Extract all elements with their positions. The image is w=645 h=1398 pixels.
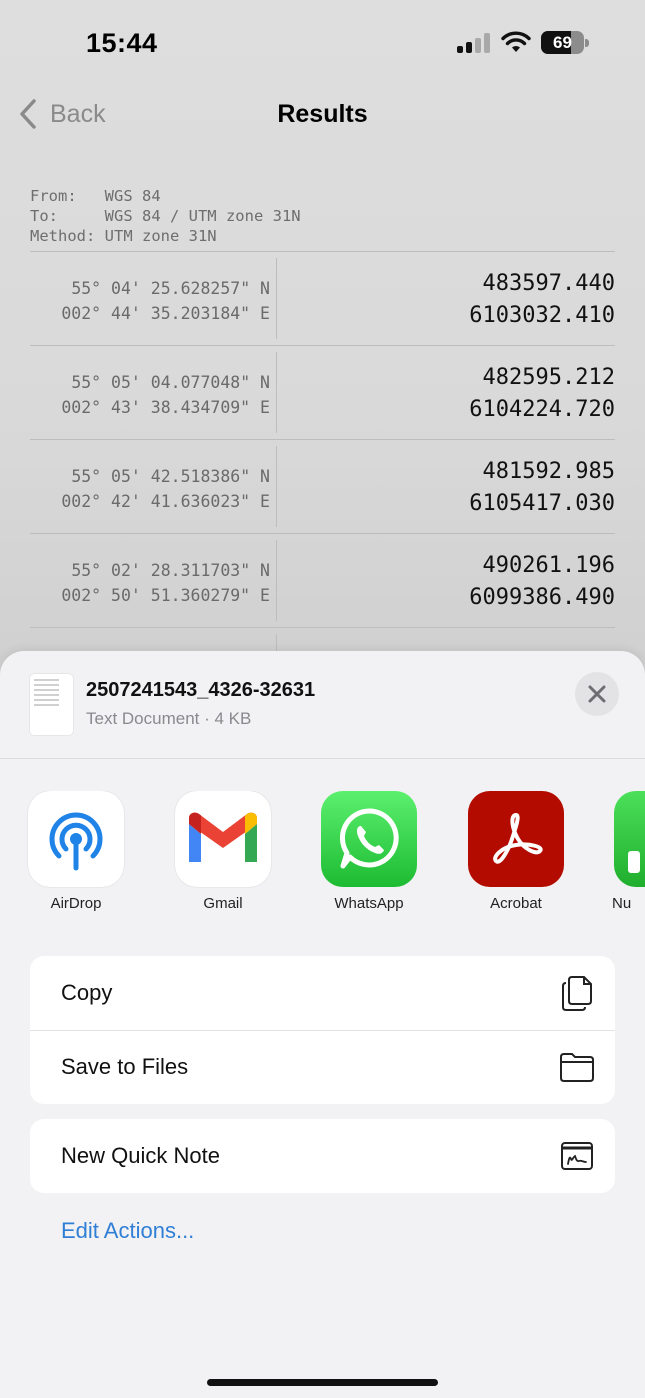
- result-row[interactable]: 55° 04' 25.628257" N 002° 44' 35.203184" …: [30, 251, 615, 345]
- meta-method: Method: UTM zone 31N: [30, 227, 217, 245]
- copy-icon: [562, 976, 592, 1011]
- airdrop-icon: [49, 812, 103, 871]
- share-app-acrobat[interactable]: Acrobat: [461, 791, 571, 912]
- result-latitude: 55° 04' 25.628257" N: [71, 279, 270, 298]
- new-quick-note-action[interactable]: New Quick Note: [30, 1119, 615, 1193]
- result-northing: 6104224.720: [469, 397, 615, 422]
- result-easting: 483597.440: [482, 271, 615, 296]
- action-label: Save to Files: [61, 1054, 189, 1079]
- share-app-label: AirDrop: [50, 895, 102, 912]
- share-app-airdrop[interactable]: AirDrop: [21, 791, 131, 912]
- result-latitude: 55° 05' 42.518386" N: [71, 467, 270, 486]
- cellular-signal-icon: [457, 33, 491, 53]
- share-app-numbers[interactable]: Nu: [607, 791, 645, 912]
- numbers-icon: [614, 791, 645, 887]
- result-latitude: 55° 02' 28.311703" N: [71, 561, 270, 580]
- action-label: New Quick Note: [61, 1143, 220, 1168]
- gmail-icon: [189, 812, 257, 862]
- result-latitude: 55° 05' 04.077048" N: [71, 373, 270, 392]
- home-indicator[interactable]: [207, 1379, 438, 1386]
- result-longitude: 002° 42' 41.636023" E: [61, 492, 270, 511]
- file-name: 2507241543_4326-32631: [86, 679, 316, 701]
- result-easting: 482595.212: [482, 365, 615, 390]
- navigation-bar: Back Results: [0, 88, 645, 140]
- meta-from: From: WGS 84: [30, 187, 161, 205]
- status-time: 15:44: [86, 28, 158, 58]
- result-easting: 481592.985: [482, 459, 615, 484]
- result-row[interactable]: 55° 05' 04.077048" N 002° 43' 38.434709" …: [30, 345, 615, 439]
- save-to-files-action[interactable]: Save to Files: [30, 1030, 615, 1104]
- result-longitude: 002° 43' 38.434709" E: [61, 398, 270, 417]
- status-bar: 15:44 69: [0, 0, 645, 88]
- page-title: Results: [277, 100, 368, 128]
- result-row[interactable]: 55° 02' 28.311703" N 002° 50' 51.360279" …: [30, 533, 615, 627]
- close-button[interactable]: [575, 672, 619, 716]
- copy-action[interactable]: Copy: [30, 956, 615, 1030]
- share-actions-group-2: New Quick Note: [30, 1119, 615, 1193]
- meta-to: To: WGS 84 / UTM zone 31N: [30, 207, 301, 225]
- conversion-metadata: From: WGS 84 To: WGS 84 / UTM zone 31N Met…: [30, 186, 301, 246]
- result-easting: 490261.196: [482, 553, 615, 578]
- share-sheet: 2507241543_4326-32631 Text Document · 4 …: [0, 651, 645, 1398]
- share-app-label: Gmail: [203, 895, 243, 912]
- edit-actions-link[interactable]: Edit Actions...: [61, 1218, 194, 1244]
- share-app-label: WhatsApp: [334, 895, 404, 912]
- results-screen: 15:44 69 Back Results From: WGS 84 To: W…: [0, 0, 645, 715]
- acrobat-icon: [493, 813, 543, 864]
- share-app-label: Nu: [612, 895, 632, 912]
- share-app-label: Acrobat: [490, 895, 542, 912]
- document-thumbnail: [30, 674, 73, 735]
- action-label: Copy: [61, 980, 113, 1005]
- result-northing: 6099386.490: [469, 585, 615, 610]
- share-apps-row: AirDrop Gmail WhatsApp Acrobat Nu: [0, 791, 645, 921]
- result-northing: 6105417.030: [469, 491, 615, 516]
- result-longitude: 002° 44' 35.203184" E: [61, 304, 270, 323]
- share-file-header: 2507241543_4326-32631 Text Document · 4 …: [0, 651, 645, 759]
- battery-level: 69: [553, 33, 572, 52]
- battery-icon: 69: [541, 31, 589, 54]
- result-longitude: 002° 50' 51.360279" E: [61, 586, 270, 605]
- wifi-icon: [501, 31, 531, 52]
- file-info: Text Document · 4 KB: [86, 709, 252, 728]
- share-app-whatsapp[interactable]: WhatsApp: [314, 791, 424, 912]
- result-row[interactable]: 55° 05' 42.518386" N 002° 42' 41.636023" …: [30, 439, 615, 533]
- close-icon: [588, 685, 606, 703]
- whatsapp-icon: [339, 808, 399, 869]
- folder-icon: [560, 1053, 594, 1082]
- result-northing: 6103032.410: [469, 303, 615, 328]
- share-app-gmail[interactable]: Gmail: [168, 791, 278, 912]
- quick-note-icon: [561, 1142, 593, 1170]
- share-actions-group: Copy Save to Files: [30, 956, 615, 1104]
